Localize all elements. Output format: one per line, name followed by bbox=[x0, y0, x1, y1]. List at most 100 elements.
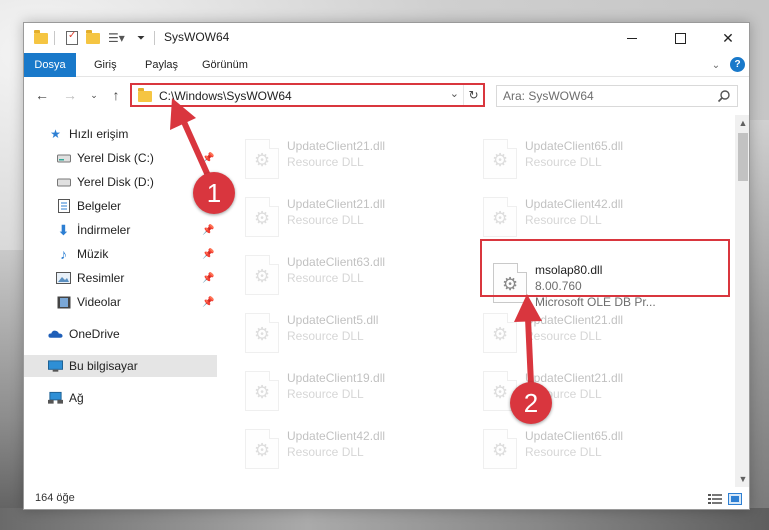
file-name: UpdateClient42.dll bbox=[525, 197, 624, 211]
sidebar-item-label: İndirmeler bbox=[77, 223, 131, 237]
file-detail: Resource DLL bbox=[287, 155, 364, 169]
file-detail: Resource DLL bbox=[525, 445, 602, 459]
scroll-down-icon[interactable]: ▼ bbox=[735, 471, 749, 487]
vertical-scrollbar[interactable]: ▲ ▼ bbox=[735, 115, 749, 487]
new-folder-icon[interactable] bbox=[86, 29, 100, 47]
file-item[interactable]: ⚙ UpdateClient21.dll Resource DLL bbox=[475, 367, 703, 415]
tab-view[interactable]: Görünüm bbox=[202, 53, 248, 77]
search-icon[interactable] bbox=[717, 89, 731, 103]
expand-ribbon-chevron-icon[interactable]: ⌄ bbox=[709, 58, 723, 72]
refresh-icon[interactable]: ↻ bbox=[463, 85, 483, 105]
search-input[interactable] bbox=[503, 89, 703, 103]
pin-icon[interactable]: 📌 bbox=[202, 225, 214, 236]
file-item[interactable]: ⚙ UpdateClient21.dll Resource DLL bbox=[237, 193, 465, 241]
file-name: UpdateClient65.dll bbox=[525, 429, 624, 443]
scroll-up-icon[interactable]: ▲ bbox=[735, 115, 749, 131]
scrollbar-thumb[interactable] bbox=[738, 133, 748, 181]
gear-icon: ⚙ bbox=[254, 266, 271, 286]
address-dropdown-chevron-icon[interactable]: ⌄ bbox=[450, 87, 459, 100]
file-item-highlighted[interactable]: ⚙ msolap80.dll 8.00.760 Microsoft OLE DB Pr… bbox=[485, 259, 713, 309]
dll-file-icon: ⚙ bbox=[483, 429, 517, 469]
dll-file-icon: ⚙ bbox=[245, 139, 279, 179]
network-icon bbox=[48, 391, 63, 406]
view-options-icon[interactable]: ☰▾ bbox=[108, 29, 125, 47]
file-detail: Resource DLL bbox=[287, 329, 364, 343]
up-arrow-icon[interactable]: ↑ bbox=[108, 87, 124, 103]
sidebar-item-label: Belgeler bbox=[77, 199, 122, 213]
sidebar-item-downloads[interactable]: ⬇ İndirmeler 📌 bbox=[24, 219, 217, 241]
sidebar-item-quick-access[interactable]: ★ Hızlı erişim bbox=[24, 123, 217, 145]
sidebar-item-local-disk-c[interactable]: Yerel Disk (C:) 📌 bbox=[24, 147, 217, 169]
gear-icon: ⚙ bbox=[254, 382, 271, 402]
gear-icon: ⚙ bbox=[492, 382, 509, 402]
file-item[interactable]: ⚙ UpdateClient19.dll Resource DLL bbox=[237, 367, 465, 415]
sidebar-item-local-disk-d[interactable]: Yerel Disk (D:) 📌 bbox=[24, 171, 217, 193]
dll-file-icon: ⚙ bbox=[245, 313, 279, 353]
tab-home[interactable]: Giriş bbox=[94, 53, 117, 77]
pin-icon[interactable]: 📌 bbox=[202, 153, 214, 164]
file-detail: Resource DLL bbox=[525, 155, 602, 169]
file-name: msolap80.dll bbox=[535, 263, 603, 277]
pin-icon[interactable]: 📌 bbox=[202, 249, 214, 260]
sidebar-item-label: Videolar bbox=[77, 295, 121, 309]
sidebar-item-onedrive[interactable]: OneDrive bbox=[24, 323, 217, 345]
file-detail: Resource DLL bbox=[287, 387, 364, 401]
gear-icon: ⚙ bbox=[492, 150, 509, 170]
dll-file-icon: ⚙ bbox=[483, 313, 517, 353]
help-icon[interactable]: ? bbox=[730, 57, 745, 72]
file-item[interactable]: ⚙ UpdateClient42.dll Resource DLL bbox=[475, 193, 703, 241]
sidebar-item-this-pc[interactable]: Bu bilgisayar bbox=[24, 355, 217, 377]
customize-toolbar-chevron-icon[interactable]: ⏷ bbox=[137, 29, 145, 47]
tab-file[interactable]: Dosya bbox=[24, 53, 76, 77]
address-folder-icon bbox=[138, 88, 152, 102]
gear-icon: ⚙ bbox=[492, 440, 509, 460]
navigation-pane: ★ Hızlı erişim Yerel Disk (C:) 📌 Yerel D… bbox=[24, 115, 217, 487]
file-item[interactable]: ⚙ UpdateClient65.dll Resource DLL bbox=[475, 135, 703, 183]
download-arrow-icon: ⬇ bbox=[57, 221, 70, 238]
sidebar-item-network[interactable]: Ağ bbox=[24, 387, 217, 409]
sidebar-item-videos[interactable]: Videolar 📌 bbox=[24, 291, 217, 313]
close-icon: ✕ bbox=[722, 29, 734, 46]
pin-icon[interactable]: 📌 bbox=[202, 297, 214, 308]
music-note-icon: ♪ bbox=[60, 246, 67, 262]
close-button[interactable]: ✕ bbox=[705, 23, 749, 53]
documents-icon bbox=[56, 199, 71, 214]
dll-file-icon: ⚙ bbox=[245, 255, 279, 295]
address-bar[interactable]: C:\Windows\SysWOW64 ⌄ ↻ bbox=[130, 83, 485, 107]
file-name: UpdateClient21.dll bbox=[287, 139, 386, 153]
title-separator bbox=[154, 29, 155, 47]
dll-file-icon: ⚙ bbox=[245, 197, 279, 237]
tab-share[interactable]: Paylaş bbox=[145, 53, 178, 77]
gear-icon: ⚙ bbox=[254, 208, 271, 228]
file-item[interactable]: ⚙ UpdateClient42.dll Resource DLL bbox=[237, 425, 465, 473]
file-item[interactable]: ⚙ UpdateClient5.dll Resource DLL bbox=[237, 309, 465, 357]
sidebar-item-music[interactable]: ♪ Müzik 📌 bbox=[24, 243, 217, 265]
forward-arrow-icon[interactable]: → bbox=[62, 87, 78, 103]
large-icons-view-icon[interactable] bbox=[728, 493, 742, 505]
pictures-icon bbox=[56, 271, 71, 286]
file-item[interactable]: ⚙ UpdateClient21.dll Resource DLL bbox=[475, 309, 703, 357]
file-detail: Resource DLL bbox=[525, 213, 602, 227]
minimize-button[interactable] bbox=[609, 23, 655, 53]
details-view-icon[interactable] bbox=[708, 493, 722, 505]
search-box[interactable] bbox=[496, 85, 738, 107]
sidebar-item-pictures[interactable]: Resimler 📌 bbox=[24, 267, 217, 289]
back-arrow-icon[interactable]: ← bbox=[34, 87, 50, 103]
file-name: UpdateClient5.dll bbox=[287, 313, 379, 327]
gear-icon: ⚙ bbox=[492, 208, 509, 228]
file-item[interactable]: ⚙ UpdateClient65.dll Resource DLL bbox=[475, 425, 703, 473]
separator bbox=[54, 29, 55, 47]
sidebar-item-label: OneDrive bbox=[69, 327, 120, 341]
maximize-button[interactable] bbox=[657, 23, 703, 53]
recent-locations-chevron-icon[interactable]: ⌄ bbox=[86, 87, 102, 103]
address-path[interactable]: C:\Windows\SysWOW64 bbox=[159, 89, 292, 103]
pin-icon[interactable]: 📌 bbox=[202, 273, 214, 284]
file-item[interactable]: ⚙ UpdateClient63.dll Resource DLL bbox=[237, 251, 465, 299]
file-detail: Microsoft OLE DB Pr... bbox=[535, 295, 656, 309]
sidebar-item-documents[interactable]: Belgeler 📌 bbox=[24, 195, 217, 217]
file-name: UpdateClient21.dll bbox=[525, 313, 624, 327]
dll-file-icon: ⚙ bbox=[493, 263, 527, 303]
file-item[interactable]: ⚙ UpdateClient21.dll Resource DLL bbox=[237, 135, 465, 183]
title-bar: ☰▾ ⏷ SysWOW64 ✕ bbox=[24, 23, 749, 53]
properties-icon[interactable] bbox=[66, 29, 78, 47]
